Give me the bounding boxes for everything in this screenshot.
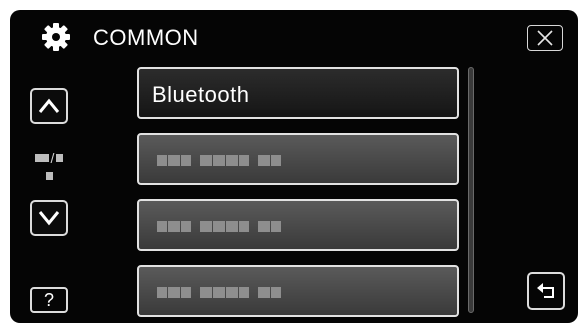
page-indicator-total bbox=[56, 154, 64, 163]
gear-icon bbox=[42, 23, 70, 51]
page-indicator: / bbox=[32, 149, 66, 180]
menu-item-placeholder[interactable] bbox=[137, 265, 459, 317]
help-button[interactable]: ? bbox=[30, 287, 68, 313]
chevron-down-icon bbox=[38, 211, 60, 226]
menu-header: COMMON bbox=[10, 10, 578, 60]
page-indicator-current bbox=[34, 154, 42, 163]
menu-item-bluetooth[interactable]: Bluetooth bbox=[137, 67, 459, 119]
close-icon bbox=[537, 30, 553, 46]
scroll-down-button[interactable] bbox=[30, 200, 68, 236]
page-indicator-current-part bbox=[41, 154, 49, 163]
page-title: COMMON bbox=[93, 25, 199, 50]
redacted-label bbox=[157, 287, 282, 299]
menu-item-placeholder[interactable] bbox=[137, 133, 459, 185]
close-button[interactable] bbox=[527, 25, 563, 51]
page-indicator-slash: / bbox=[50, 150, 55, 167]
scrollbar[interactable] bbox=[468, 67, 474, 313]
redacted-label bbox=[157, 155, 282, 167]
redacted-label bbox=[157, 221, 282, 233]
menu-item-label: Bluetooth bbox=[152, 82, 250, 107]
camera-menu-screen: COMMON / ? Bluetooth bbox=[10, 10, 578, 323]
menu-item-placeholder[interactable] bbox=[137, 199, 459, 251]
chevron-up-icon bbox=[38, 98, 60, 113]
scroll-up-button[interactable] bbox=[30, 88, 68, 124]
return-icon bbox=[537, 283, 554, 298]
return-button[interactable] bbox=[527, 272, 565, 310]
page-indicator-total-part bbox=[45, 171, 53, 180]
